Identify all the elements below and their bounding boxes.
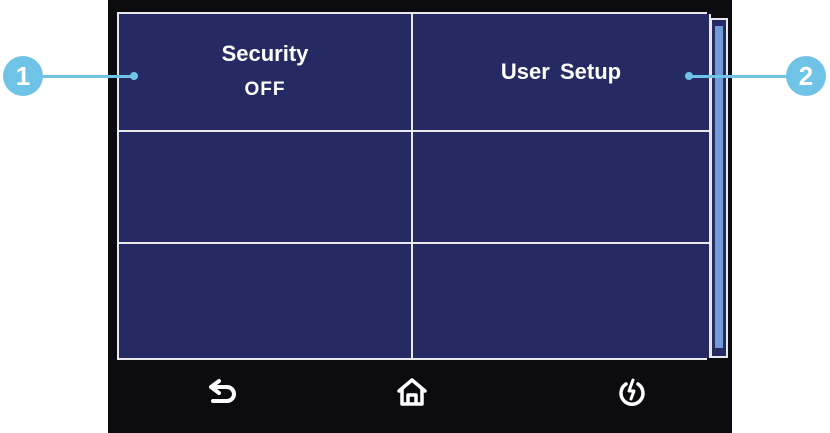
menu-cell-empty-3[interactable] [119,132,413,244]
menu-grid: Security OFF User Setup [119,14,711,358]
home-button[interactable] [382,362,442,422]
callout-number-2: 2 [798,60,814,91]
menu-cell-empty-5[interactable] [119,244,413,358]
menu-screen: Security OFF User Setup [117,12,711,360]
security-label: Security [221,41,309,66]
user-setup-label: User Setup [500,59,622,84]
security-button[interactable]: Security OFF [119,14,413,132]
back-arrow-icon [209,379,236,403]
power-button[interactable] [602,362,662,422]
callout-number-1: 1 [15,60,31,91]
menu-cell-empty-4[interactable] [413,132,711,244]
callout-line-1 [40,75,132,78]
callout-badge-2: 2 [786,56,826,96]
back-button[interactable] [194,362,254,422]
menu-cell-empty-6[interactable] [413,244,711,358]
callout-line-2 [690,75,788,78]
user-setup-button[interactable]: User Setup [413,14,711,132]
home-icon [397,378,427,406]
callout-badge-1: 1 [3,56,43,96]
bottom-nav-bar [117,362,707,422]
security-status: OFF [244,79,286,100]
scrollbar[interactable] [710,18,728,358]
power-icon [619,378,645,406]
callout-dot-1 [130,72,138,80]
